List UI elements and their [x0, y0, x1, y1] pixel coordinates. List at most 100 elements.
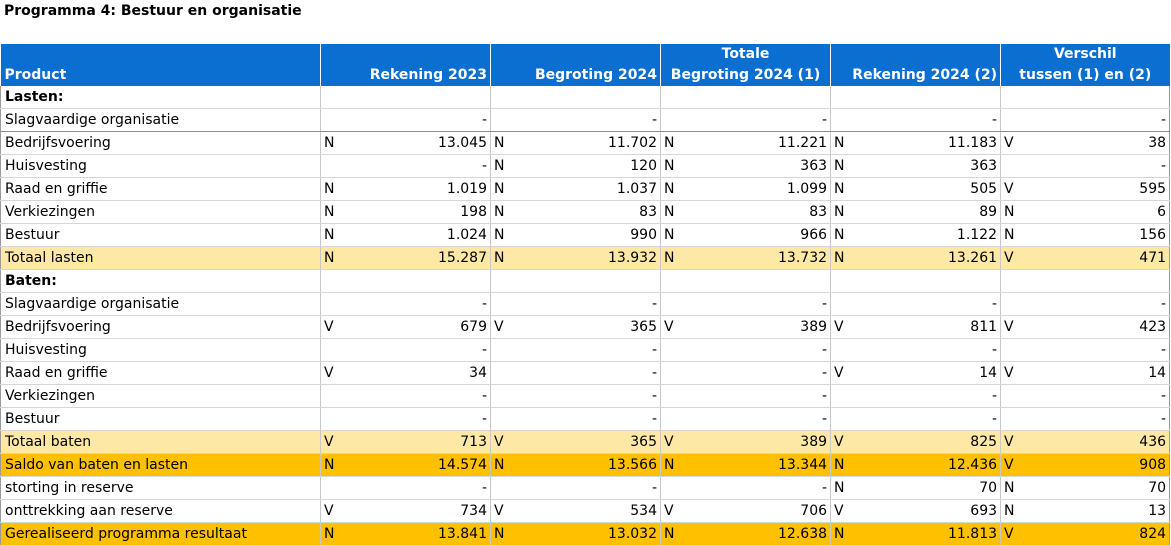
row-label: Bestuur	[0, 407, 321, 431]
nv-indicator: N	[320, 246, 347, 270]
nv-indicator: N	[830, 154, 857, 178]
nv-indicator	[830, 86, 857, 109]
nv-indicator: V	[1000, 453, 1027, 477]
nv-indicator	[490, 384, 517, 408]
nv-indicator	[490, 269, 517, 293]
amount-cell: 83	[686, 200, 831, 224]
amount-cell: 13.261	[856, 246, 1001, 270]
nv-indicator: N	[490, 522, 517, 546]
nv-indicator	[830, 292, 857, 316]
table-row: Bestuur N 1.024 N 990 N 966 N 1.122 N 156	[0, 223, 1171, 247]
nv-indicator	[660, 86, 687, 109]
nv-indicator	[1000, 269, 1027, 293]
nv-indicator	[660, 338, 687, 362]
amount-cell: 13.932	[516, 246, 661, 270]
nv-indicator: N	[830, 522, 857, 546]
amount-cell: -	[346, 292, 491, 316]
nv-indicator: V	[490, 430, 517, 454]
nv-indicator: N	[320, 131, 347, 155]
amount-cell: 12.436	[856, 453, 1001, 477]
amount-cell: -	[1026, 154, 1171, 178]
nv-indicator	[490, 407, 517, 431]
amount-cell: 365	[516, 430, 661, 454]
nv-indicator: V	[830, 499, 857, 523]
nv-indicator: V	[1000, 246, 1027, 270]
nv-indicator: V	[320, 430, 347, 454]
amount-cell: 693	[856, 499, 1001, 523]
nv-indicator: N	[490, 223, 517, 247]
amount-cell: 13	[1026, 499, 1171, 523]
nv-indicator	[660, 476, 687, 500]
amount-cell: -	[346, 407, 491, 431]
nv-indicator: N	[830, 453, 857, 477]
table-row: storting in reserve - - - N 70 N 70	[0, 476, 1171, 500]
nv-indicator: V	[1000, 315, 1027, 339]
nv-indicator	[320, 108, 347, 132]
nv-indicator: V	[830, 361, 857, 385]
nv-indicator: V	[1000, 522, 1027, 546]
nv-indicator: N	[490, 177, 517, 201]
nv-indicator: N	[320, 177, 347, 201]
amount-cell: -	[516, 407, 661, 431]
amount-cell: 70	[1026, 476, 1171, 500]
amount-cell: 734	[346, 499, 491, 523]
amount-cell: -	[516, 476, 661, 500]
amount-cell: 534	[516, 499, 661, 523]
nv-indicator: V	[1000, 177, 1027, 201]
amount-cell: -	[346, 476, 491, 500]
nv-indicator: N	[660, 154, 687, 178]
row-label: onttrekking aan reserve	[0, 499, 321, 523]
nv-indicator: V	[830, 315, 857, 339]
amount-cell: 70	[856, 476, 1001, 500]
amount-cell: 363	[856, 154, 1001, 178]
row-label: Gerealiseerd programma resultaat	[0, 522, 321, 546]
amount-cell: 13.732	[686, 246, 831, 270]
row-label: Huisvesting	[0, 154, 321, 178]
amount-cell: 11.702	[516, 131, 661, 155]
table-row: Bedrijfsvoering N 13.045 N 11.702 N 11.221 N 11.…	[0, 131, 1171, 155]
amount-cell: 11.813	[856, 522, 1001, 546]
nv-indicator: N	[1000, 223, 1027, 247]
amount-cell: -	[516, 384, 661, 408]
amount-cell: 6	[1026, 200, 1171, 224]
nv-indicator: N	[320, 223, 347, 247]
amount-cell: 966	[686, 223, 831, 247]
row-label: Totaal baten	[0, 430, 321, 454]
header-row: Product Rekening 2023 Begroting 2024 Tot…	[0, 44, 1170, 86]
table-row: Saldo van baten en lasten N 14.574 N 13.566 N…	[0, 453, 1171, 477]
amount-cell: 14	[856, 361, 1001, 385]
nv-indicator	[1000, 384, 1027, 408]
nv-indicator	[490, 338, 517, 362]
nv-indicator: V	[320, 499, 347, 523]
table-row: Slagvaardige organisatie - - - - -	[0, 108, 1171, 132]
nv-indicator	[1000, 407, 1027, 431]
amount-cell: 1.037	[516, 177, 661, 201]
amount-cell: 423	[1026, 315, 1171, 339]
amount-cell: 471	[1026, 246, 1171, 270]
table-row: Bedrijfsvoering V 679 V 365 V 389 V 811 V 423	[0, 315, 1171, 339]
row-label: Bedrijfsvoering	[0, 131, 321, 155]
nv-indicator	[1000, 154, 1027, 178]
amount-cell: 156	[1026, 223, 1171, 247]
nv-indicator	[830, 407, 857, 431]
table-row: Verkiezingen N 198 N 83 N 83 N 89 N 6	[0, 200, 1171, 224]
header-rekening-2024: Rekening 2024 (2)	[830, 44, 1001, 86]
amount-cell: -	[686, 361, 831, 385]
table-row: Baten:	[0, 269, 1171, 293]
nv-indicator	[490, 361, 517, 385]
amount-cell: 389	[686, 430, 831, 454]
row-label: storting in reserve	[0, 476, 321, 500]
row-label: Verkiezingen	[0, 200, 321, 224]
row-label: Bedrijfsvoering	[0, 315, 321, 339]
amount-cell: 908	[1026, 453, 1171, 477]
amount-cell: -	[516, 361, 661, 385]
header-begroting-2024: Begroting 2024	[490, 44, 661, 86]
page-title: Programma 4: Bestuur en organisatie	[4, 3, 302, 19]
amount-cell: 13.841	[346, 522, 491, 546]
nv-indicator	[490, 86, 517, 109]
row-label: Raad en griffie	[0, 177, 321, 201]
amount-cell: 363	[686, 154, 831, 178]
table-row: Gerealiseerd programma resultaat N 13.841 N…	[0, 522, 1171, 546]
nv-indicator	[660, 384, 687, 408]
row-label: Baten:	[0, 269, 321, 293]
